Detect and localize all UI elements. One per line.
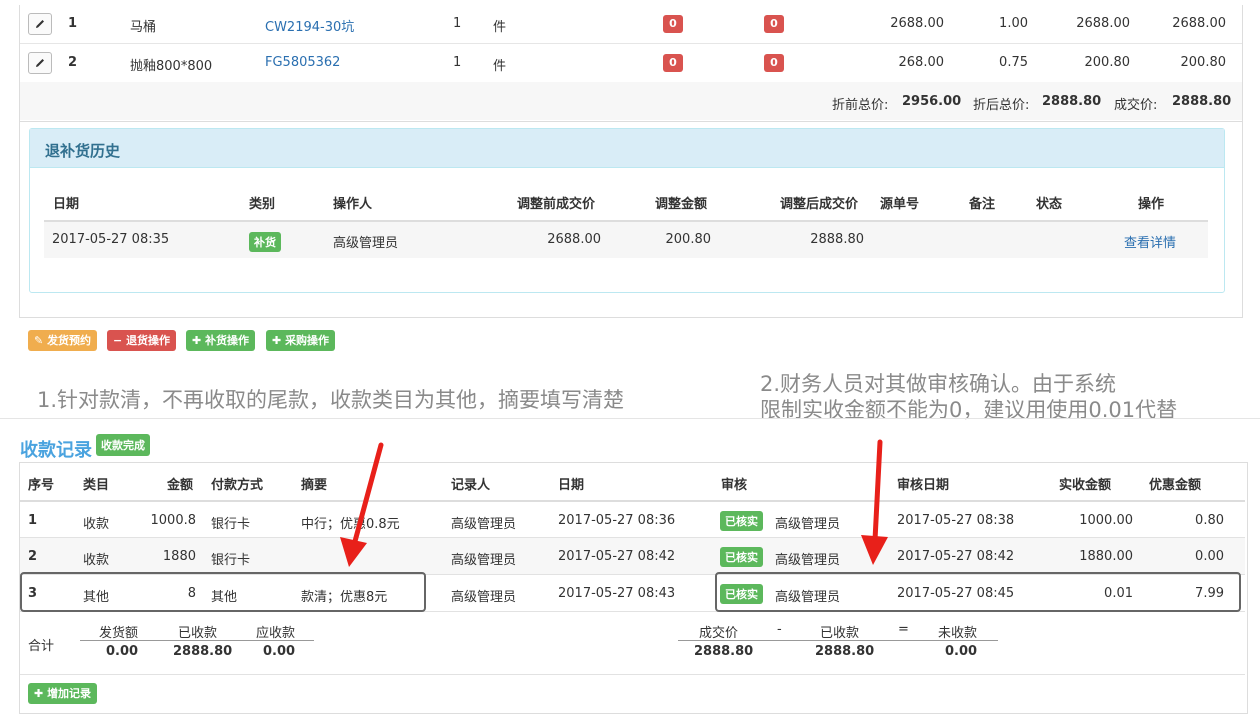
red-arrow-left	[340, 442, 384, 567]
annotation-arrows	[340, 439, 888, 567]
red-arrow-right	[861, 439, 888, 565]
